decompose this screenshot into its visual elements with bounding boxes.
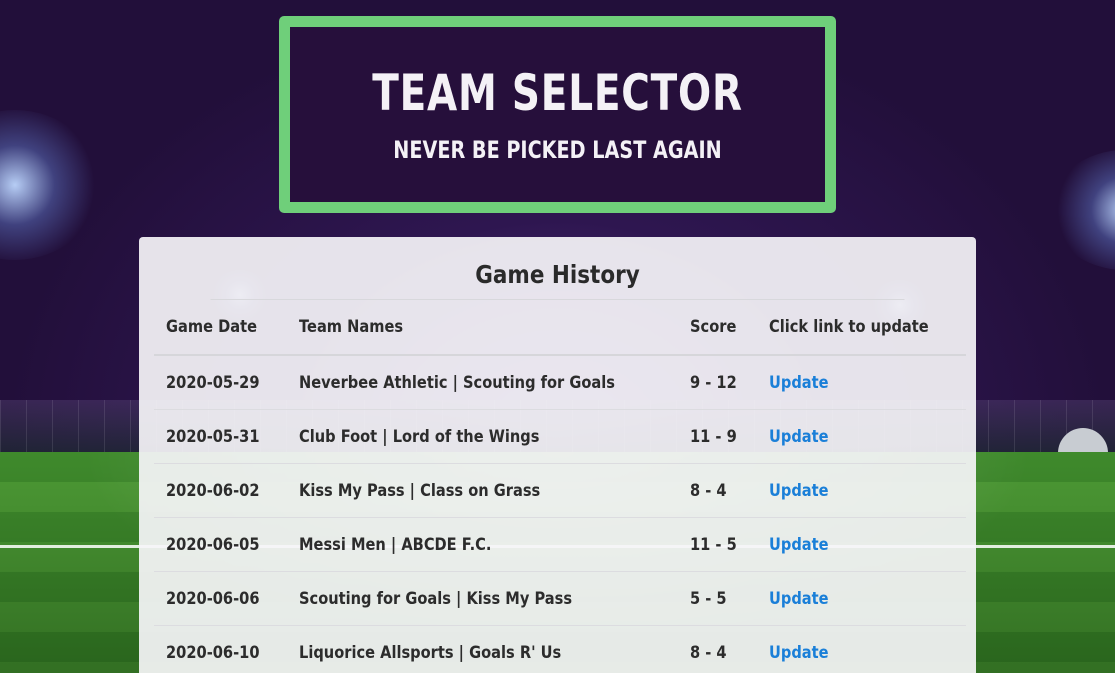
column-header-team-names: Team Names (286, 300, 679, 356)
game-date-cell: 2020-05-29 (154, 355, 287, 410)
game-date-cell: 2020-05-31 (154, 409, 287, 464)
site-tagline: NEVER BE PICKED LAST AGAIN (393, 136, 722, 164)
score-cell: 11 - 9 (678, 409, 757, 464)
team-names-cell: Club Foot | Lord of the Wings (286, 409, 679, 464)
game-date-cell: 2020-06-06 (154, 571, 287, 626)
update-link[interactable]: Update (769, 427, 829, 447)
table-row: 2020-06-05 Messi Men | ABCDE F.C. 11 - 5… (154, 517, 967, 572)
update-cell: Update (756, 517, 967, 572)
score-cell: 9 - 12 (678, 355, 757, 410)
score-cell: 5 - 5 (678, 571, 757, 626)
column-header-game-date: Game Date (154, 300, 287, 356)
team-names-cell: Messi Men | ABCDE F.C. (286, 517, 679, 572)
game-history-table: Game Date Team Names Score Click link to… (154, 300, 967, 673)
team-names-cell: Kiss My Pass | Class on Grass (286, 463, 679, 518)
header-inner: TEAM SELECTOR NEVER BE PICKED LAST AGAIN (290, 27, 825, 202)
column-header-update: Click link to update (756, 300, 967, 356)
update-cell: Update (756, 355, 967, 410)
update-link[interactable]: Update (769, 643, 829, 663)
game-date-cell: 2020-06-02 (154, 463, 287, 518)
game-history-heading: Game History (210, 237, 905, 300)
table-row: 2020-05-31 Club Foot | Lord of the Wings… (154, 409, 967, 464)
update-link[interactable]: Update (769, 589, 829, 609)
header-banner: TEAM SELECTOR NEVER BE PICKED LAST AGAIN (279, 16, 836, 213)
update-link[interactable]: Update (769, 535, 829, 555)
table-header-row: Game Date Team Names Score Click link to… (154, 300, 967, 356)
table-row: 2020-05-29 Neverbee Athletic | Scouting … (154, 355, 967, 410)
column-header-score: Score (678, 300, 757, 356)
table-row: 2020-06-02 Kiss My Pass | Class on Grass… (154, 463, 967, 518)
update-link[interactable]: Update (769, 373, 829, 393)
team-names-cell: Liquorice Allsports | Goals R' Us (286, 625, 679, 673)
team-names-cell: Neverbee Athletic | Scouting for Goals (286, 355, 679, 410)
update-cell: Update (756, 625, 967, 673)
update-cell: Update (756, 409, 967, 464)
update-link[interactable]: Update (769, 481, 829, 501)
game-date-cell: 2020-06-05 (154, 517, 287, 572)
game-history-panel: Game History Game Date Team Names Score … (139, 237, 976, 673)
site-title: TEAM SELECTOR (372, 64, 743, 122)
table-row: 2020-06-10 Liquorice Allsports | Goals R… (154, 625, 967, 673)
score-cell: 8 - 4 (678, 463, 757, 518)
update-cell: Update (756, 463, 967, 518)
score-cell: 8 - 4 (678, 625, 757, 673)
score-cell: 11 - 5 (678, 517, 757, 572)
update-cell: Update (756, 571, 967, 626)
game-date-cell: 2020-06-10 (154, 625, 287, 673)
team-names-cell: Scouting for Goals | Kiss My Pass (286, 571, 679, 626)
table-row: 2020-06-06 Scouting for Goals | Kiss My … (154, 571, 967, 626)
